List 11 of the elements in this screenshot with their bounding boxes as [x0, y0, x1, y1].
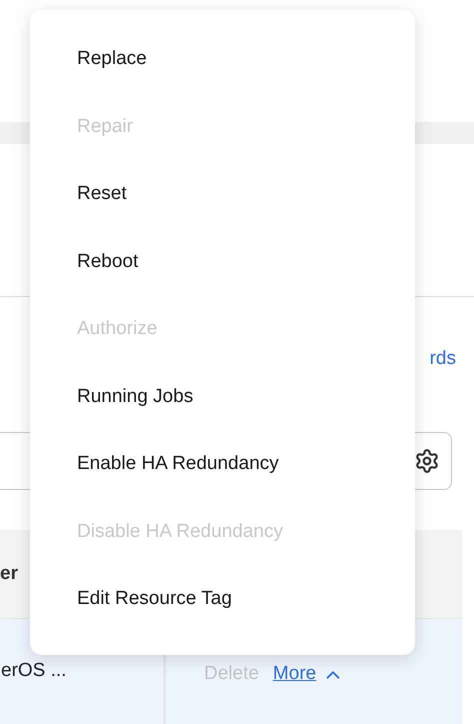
- column-header: er: [0, 562, 18, 586]
- menu-item[interactable]: Reboot: [30, 246, 415, 313]
- menu-item[interactable]: Reset: [30, 178, 415, 246]
- menu-item[interactable]: Enable HA Redundancy: [30, 448, 415, 516]
- more-link[interactable]: More: [272, 660, 316, 689]
- menu-item[interactable]: Running Jobs: [30, 380, 415, 448]
- menu-item[interactable]: Replace: [30, 43, 415, 110]
- table-cell-text: erOS ...: [0, 659, 66, 684]
- settings-icon: [414, 448, 440, 474]
- toolbar-link[interactable]: rds: [430, 349, 456, 368]
- menu-item[interactable]: Edit Resource Tag: [30, 583, 415, 650]
